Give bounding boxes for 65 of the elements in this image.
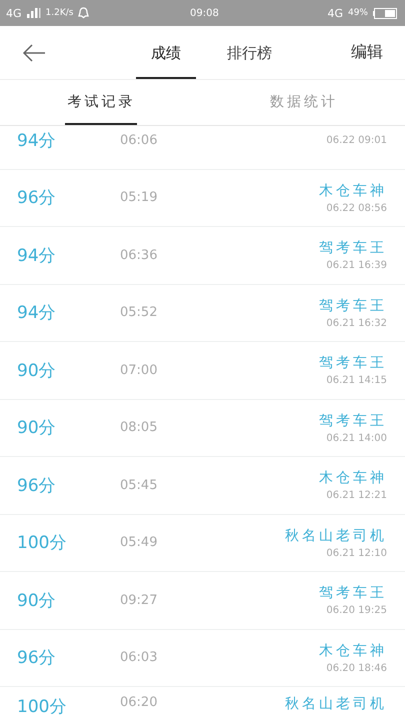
score-text: 94分 <box>17 302 57 324</box>
record-row[interactable]: 96分 05:45 木仓车神 06.21 12:21 <box>0 457 405 514</box>
edit-button[interactable]: 编辑 <box>347 38 387 67</box>
score-text: 94分 <box>17 244 57 267</box>
date-text: 06.21 12:21 <box>326 490 387 502</box>
record-row[interactable]: 96分 05:19 木仓车神 06.22 08:56 <box>0 170 405 227</box>
date-text: 06.20 18:46 <box>326 662 387 674</box>
score-text: 96分 <box>17 187 57 210</box>
network-type: 4G <box>327 6 343 20</box>
duration-text: 07:00 <box>120 362 158 378</box>
player-name: 木仓车神 <box>319 182 387 200</box>
record-row[interactable]: 96分 06:03 木仓车神 06.20 18:46 <box>0 630 405 687</box>
date-text: 06.22 08:56 <box>326 202 387 214</box>
network-type: 4G <box>6 6 22 20</box>
duration-text: 06:06 <box>120 132 158 148</box>
duration-text: 05:52 <box>120 305 158 320</box>
duration-text: 06:36 <box>120 248 158 263</box>
duration-text: 05:49 <box>120 535 158 550</box>
duration-text: 09:27 <box>120 592 158 608</box>
tab[interactable]: 考试记录 <box>65 80 138 125</box>
record-row[interactable]: 100分 05:49 秋名山老司机 06.21 12:10 <box>0 514 405 572</box>
record-row[interactable]: 94分 06:36 驾考车王 06.21 16:39 <box>0 227 405 284</box>
score-text: 90分 <box>17 360 57 382</box>
score-text: 90分 <box>17 590 57 612</box>
tab[interactable]: 排行榜 <box>212 26 287 79</box>
score-text: 100分 <box>17 532 68 554</box>
back-button[interactable] <box>20 42 48 64</box>
player-name: 驾考车王 <box>319 412 387 430</box>
record-row[interactable]: 100分 06:20 秋名山老司机 <box>0 687 405 720</box>
date-text: 06.21 14:00 <box>326 432 387 444</box>
player-name: 木仓车神 <box>319 642 387 660</box>
date-text: 06.21 12:10 <box>326 548 387 559</box>
record-row[interactable]: 90分 08:05 驾考车王 06.21 14:00 <box>0 400 405 457</box>
score-text: 90分 <box>17 417 57 440</box>
date-text: 06.21 16:39 <box>326 260 387 272</box>
player-name: 秋名山老司机 <box>285 526 387 545</box>
player-name: 驾考车王 <box>319 296 387 315</box>
signal-icon <box>26 8 41 18</box>
date-text: 06.21 14:15 <box>326 375 387 386</box>
player-name: 驾考车王 <box>319 584 387 602</box>
clock: 09:08 <box>190 8 219 18</box>
network-speed: 1.2K/s <box>46 8 74 18</box>
duration-text: 06:03 <box>120 650 158 666</box>
duration-text: 08:05 <box>120 420 158 436</box>
record-row[interactable]: 90分 07:00 驾考车王 06.21 14:15 <box>0 342 405 400</box>
score-text: 94分 <box>17 130 57 152</box>
battery-percent: 49% <box>348 8 368 18</box>
duration-text: 05:45 <box>120 478 158 493</box>
player-name: 秋名山老司机 <box>285 695 387 713</box>
duration-text: 05:19 <box>120 190 158 206</box>
date-text: 06.20 19:25 <box>326 605 387 616</box>
battery-icon <box>373 8 397 18</box>
score-text: 96分 <box>17 647 57 670</box>
score-text: 96分 <box>17 474 57 497</box>
player-name: 驾考车王 <box>319 354 387 372</box>
record-row[interactable]: 90分 09:27 驾考车王 06.20 19:25 <box>0 572 405 630</box>
player-name: 驾考车王 <box>319 239 387 258</box>
player-name: 木仓车神 <box>319 469 387 488</box>
record-row[interactable]: 94分 05:52 驾考车王 06.21 16:32 <box>0 284 405 342</box>
tab[interactable]: 数据统计 <box>268 80 340 125</box>
record-row[interactable]: 94分 06:06 06.22 09:01 <box>0 126 405 170</box>
date-text: 06.21 16:32 <box>326 318 387 329</box>
date-text: 06.22 09:01 <box>326 134 387 146</box>
score-text: 100分 <box>17 696 68 718</box>
duration-text: 06:20 <box>120 695 158 710</box>
